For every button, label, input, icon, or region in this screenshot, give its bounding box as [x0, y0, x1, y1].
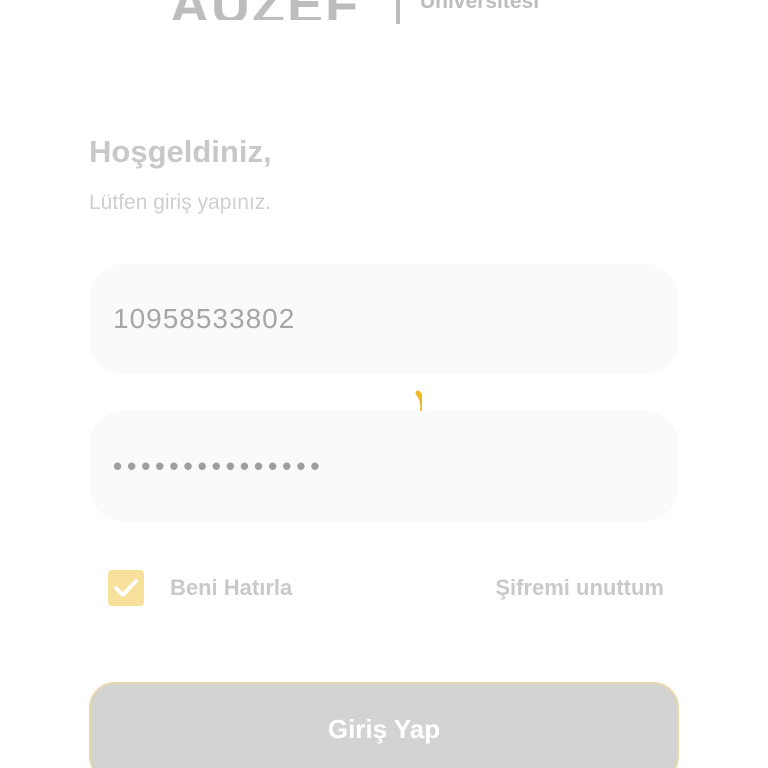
login-button[interactable]: Giriş Yap — [89, 682, 679, 768]
logo-subtitle: Üniversitesi — [419, 0, 540, 13]
remember-me-checkbox[interactable] — [108, 570, 144, 606]
remember-me-label[interactable]: Beni Hatırla — [170, 575, 292, 601]
university-logo: AUZEF Üniversitesi — [170, 0, 540, 24]
username-value: 10958533802 — [113, 303, 296, 334]
welcome-subtitle: Lütfen giriş yapınız. — [89, 191, 272, 214]
checkmark-icon — [114, 579, 138, 597]
logo-divider — [395, 0, 400, 24]
username-input[interactable]: 10958533802 — [89, 264, 679, 374]
password-input[interactable]: ••••••••••••••• — [89, 411, 679, 521]
login-screen: AUZEF Üniversitesi Hoşgeldiniz, Lütfen g… — [0, 0, 768, 768]
password-value: ••••••••••••••• — [113, 450, 325, 481]
welcome-title: Hoşgeldiniz, — [89, 134, 272, 169]
forgot-password-link[interactable]: Şifremi unuttum — [495, 575, 664, 601]
logo-mark: AUZEF — [170, 0, 360, 20]
